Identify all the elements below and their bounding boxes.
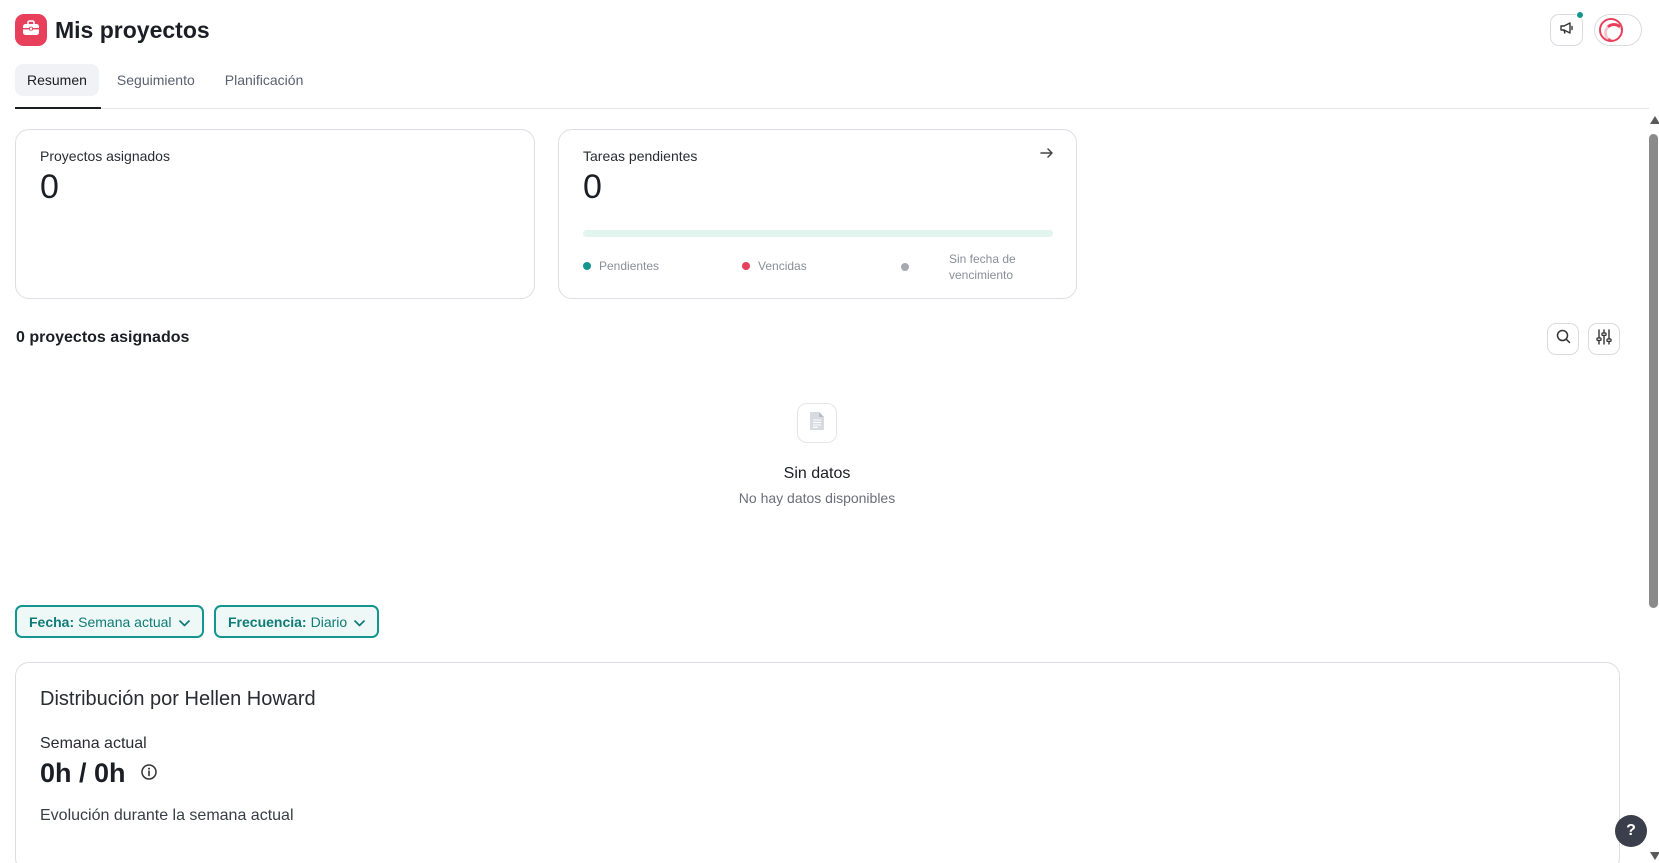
sliders-icon <box>1596 328 1612 350</box>
date-filter-dropdown[interactable]: Fecha: Semana actual <box>15 605 204 638</box>
app-logo <box>15 14 47 46</box>
search-icon <box>1556 329 1571 349</box>
date-filter-value: Semana actual <box>78 613 172 630</box>
empty-state-icon <box>797 403 837 443</box>
help-button[interactable]: ? <box>1615 815 1647 847</box>
notification-dot <box>1576 11 1584 19</box>
assigned-projects-card: Proyectos asignados 0 <box>15 129 535 299</box>
tab-resumen[interactable]: Resumen <box>15 64 99 96</box>
tasks-progress-bar <box>583 230 1053 237</box>
scroll-up-arrow[interactable] <box>1650 116 1659 124</box>
empty-state-title: Sin datos <box>783 465 851 482</box>
distribution-period: Semana actual <box>40 735 147 752</box>
frequency-filter-label: Frecuencia: <box>228 613 307 630</box>
legend-dot <box>583 262 591 270</box>
card-label: Tareas pendientes <box>583 148 698 164</box>
legend-label: Sin fecha de vencimiento <box>949 252 1016 282</box>
info-icon[interactable] <box>140 763 158 786</box>
legend-label: Vencidas <box>758 259 807 273</box>
tab-planificacion[interactable]: Planificación <box>213 64 316 96</box>
legend-sin-fecha: Sin fecha de vencimiento <box>901 251 1029 283</box>
card-value: 0 <box>40 168 59 206</box>
tab-bar: Resumen Seguimiento Planificación <box>15 64 315 96</box>
tabs-divider <box>15 108 1649 109</box>
chevron-down-icon <box>347 614 366 630</box>
announcements-button[interactable] <box>1550 11 1584 46</box>
avatar <box>1599 18 1623 42</box>
projects-count-heading: 0 proyectos asignados <box>16 329 190 346</box>
briefcase-icon <box>22 19 40 41</box>
distribution-title: Distribución por Hellen Howard <box>40 688 316 710</box>
distribution-hours: 0h / 0h <box>40 758 126 788</box>
scroll-down-arrow[interactable] <box>1650 852 1659 860</box>
document-icon <box>809 411 825 436</box>
frequency-filter-dropdown[interactable]: Frecuencia: Diario <box>214 605 380 638</box>
legend-dot <box>901 263 909 271</box>
scrollbar-thumb[interactable] <box>1649 134 1658 608</box>
active-tab-indicator <box>15 107 101 109</box>
search-button[interactable] <box>1547 323 1579 355</box>
evolution-label: Evolución durante la semana actual <box>40 807 294 824</box>
legend-vencidas: Vencidas <box>742 259 807 273</box>
user-menu-button[interactable] <box>1594 14 1642 46</box>
page-title: Mis proyectos <box>55 17 210 43</box>
frequency-filter-value: Diario <box>310 613 348 630</box>
empty-state-subtitle: No hay datos disponibles <box>738 490 896 506</box>
card-label: Proyectos asignados <box>40 148 170 164</box>
legend-dot <box>742 262 750 270</box>
legend-pendientes: Pendientes <box>583 259 659 273</box>
filter-settings-button[interactable] <box>1588 323 1620 355</box>
date-filter-label: Fecha: <box>29 613 75 630</box>
distribution-card: Distribución por Hellen Howard Semana ac… <box>15 662 1620 863</box>
tab-seguimiento[interactable]: Seguimiento <box>105 64 207 96</box>
chevron-down-icon <box>172 614 190 630</box>
pending-tasks-card[interactable]: Tareas pendientes 0 Pendientes Vencidas … <box>558 129 1077 299</box>
arrow-right-icon[interactable] <box>1040 146 1054 164</box>
card-value: 0 <box>583 168 602 206</box>
megaphone-icon <box>1559 21 1575 40</box>
legend-label: Pendientes <box>599 259 660 273</box>
